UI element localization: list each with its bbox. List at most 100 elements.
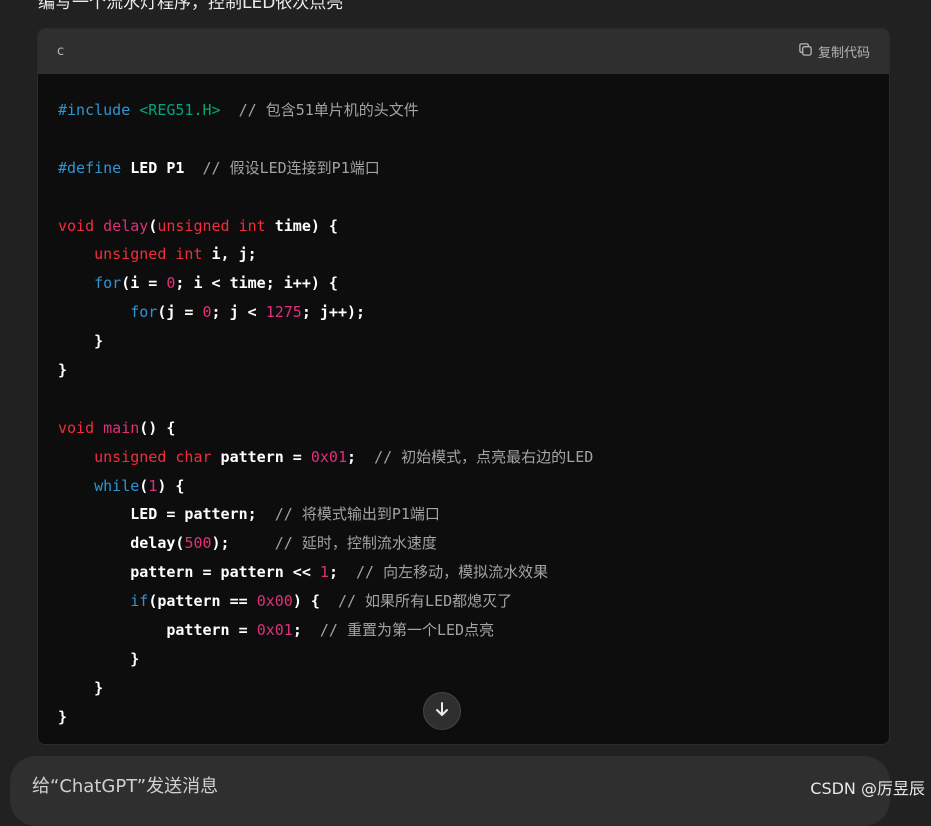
code-token: pattern = — [58, 621, 257, 640]
code-token: 500 — [184, 534, 212, 553]
message-input-placeholder: 给“ChatGPT”发送消息 — [32, 776, 219, 797]
code-token: () { — [139, 418, 176, 437]
code-token: ; j++); — [301, 303, 366, 322]
scroll-to-bottom-button[interactable] — [423, 692, 461, 730]
code-token: unsigned — [94, 447, 167, 466]
code-line: } — [58, 703, 869, 732]
code-line: while(1) { — [58, 472, 869, 501]
code-line: unsigned char pattern = 0x01; // 初始模式，点亮… — [58, 443, 869, 472]
code-token: i, j; — [202, 245, 257, 264]
code-token: // 假设LED连接到P1端口 — [202, 158, 380, 177]
code-token: while — [94, 476, 140, 495]
code-line: #define LED P1 // 假设LED连接到P1端口 — [58, 154, 869, 183]
code-token: #include — [58, 101, 131, 119]
code-token: 0x01 — [256, 621, 293, 640]
code-line: void delay(unsigned int time) { — [58, 212, 869, 241]
code-token: // 如果所有LED都熄灭了 — [337, 592, 513, 611]
code-token: } — [58, 678, 104, 697]
code-token: } — [58, 332, 104, 351]
code-token: // 重置为第一个LED点亮 — [319, 621, 495, 640]
code-line: LED = pattern; // 将模式输出到P1端口 — [58, 500, 869, 529]
code-token: LED = pattern; — [58, 505, 275, 524]
code-token: pattern = — [211, 447, 311, 466]
code-line: } — [58, 356, 869, 385]
code-token: #define — [58, 158, 122, 177]
code-token: void — [58, 418, 95, 437]
code-token: (pattern == — [148, 592, 257, 611]
code-token: unsigned — [94, 245, 167, 264]
code-token: 1 — [148, 476, 158, 495]
code-line: for(i = 0; i < time; i++) { — [58, 269, 869, 298]
code-token: } — [58, 361, 68, 380]
code-token: (j = — [157, 303, 203, 322]
code-line: for(j = 0; j < 1275; j++); — [58, 298, 869, 327]
code-line: } — [58, 645, 869, 674]
code-token: delay — [103, 216, 149, 235]
code-block-header: c 复制代码 — [38, 29, 889, 74]
previous-message-text: 编写一个流水灯程序，控制LED依次点亮 — [38, 0, 344, 13]
code-line: unsigned int i, j; — [58, 240, 869, 269]
code-token: ; — [347, 447, 375, 466]
code-token: if — [130, 592, 149, 611]
code-token: 0 — [202, 303, 212, 322]
code-line: pattern = pattern << 1; // 向左移动，模拟流水效果 — [58, 558, 869, 587]
arrow-down-icon — [433, 700, 451, 722]
code-token: (i = — [121, 274, 167, 293]
code-token: int — [175, 245, 203, 264]
code-token: // 包含51单片机的头文件 — [238, 101, 419, 119]
code-token: char — [175, 447, 212, 466]
copy-code-label: 复制代码 — [817, 46, 870, 61]
code-token: ; — [292, 621, 320, 640]
code-token: 0x00 — [256, 592, 293, 611]
code-token: } — [58, 707, 68, 726]
code-token: } — [58, 649, 140, 668]
code-token: ( — [139, 476, 149, 495]
code-token: time) { — [265, 216, 338, 235]
code-token: ); — [211, 534, 275, 553]
code-token: 1 — [319, 563, 329, 582]
code-token: ) { — [292, 592, 338, 611]
code-token: ; j < — [211, 303, 266, 322]
code-token: // 延时，控制流水速度 — [274, 534, 437, 553]
code-line: void main() { — [58, 414, 869, 443]
code-token: ) { — [157, 476, 185, 495]
copy-icon — [798, 42, 813, 61]
code-line: } — [58, 327, 869, 356]
code-token: LED P1 — [121, 158, 203, 177]
code-line: } — [58, 674, 869, 703]
code-token: void — [58, 216, 95, 235]
csdn-watermark: CSDN @厉昱辰 — [810, 779, 925, 798]
code-line: if(pattern == 0x00) { // 如果所有LED都熄灭了 — [58, 587, 869, 616]
code-token: int — [238, 216, 266, 235]
code-language-label: c — [57, 44, 65, 59]
code-token: ; — [328, 563, 357, 582]
code-token: for — [94, 274, 122, 293]
code-token: <REG51.H> — [139, 101, 221, 119]
code-token: main — [103, 418, 140, 437]
code-line: pattern = 0x01; // 重置为第一个LED点亮 — [58, 616, 869, 645]
code-token: 1275 — [265, 303, 302, 322]
code-token: pattern = pattern << — [58, 563, 320, 582]
code-token: ( — [148, 216, 158, 235]
code-token: // 将模式输出到P1端口 — [274, 505, 440, 524]
copy-code-button[interactable]: 复制代码 — [798, 42, 870, 61]
code-block: c 复制代码 #include <REG51.H> // 包含51单片机的头文件… — [37, 28, 890, 745]
code-token: for — [130, 303, 158, 322]
code-token: 0x01 — [310, 447, 347, 466]
code-line: delay(500); // 延时，控制流水速度 — [58, 529, 869, 558]
code-token: ; i < time; i++) { — [175, 274, 338, 293]
code-line: #include <REG51.H> // 包含51单片机的头文件 — [58, 96, 869, 125]
code-token: // 向左移动，模拟流水效果 — [356, 563, 549, 582]
